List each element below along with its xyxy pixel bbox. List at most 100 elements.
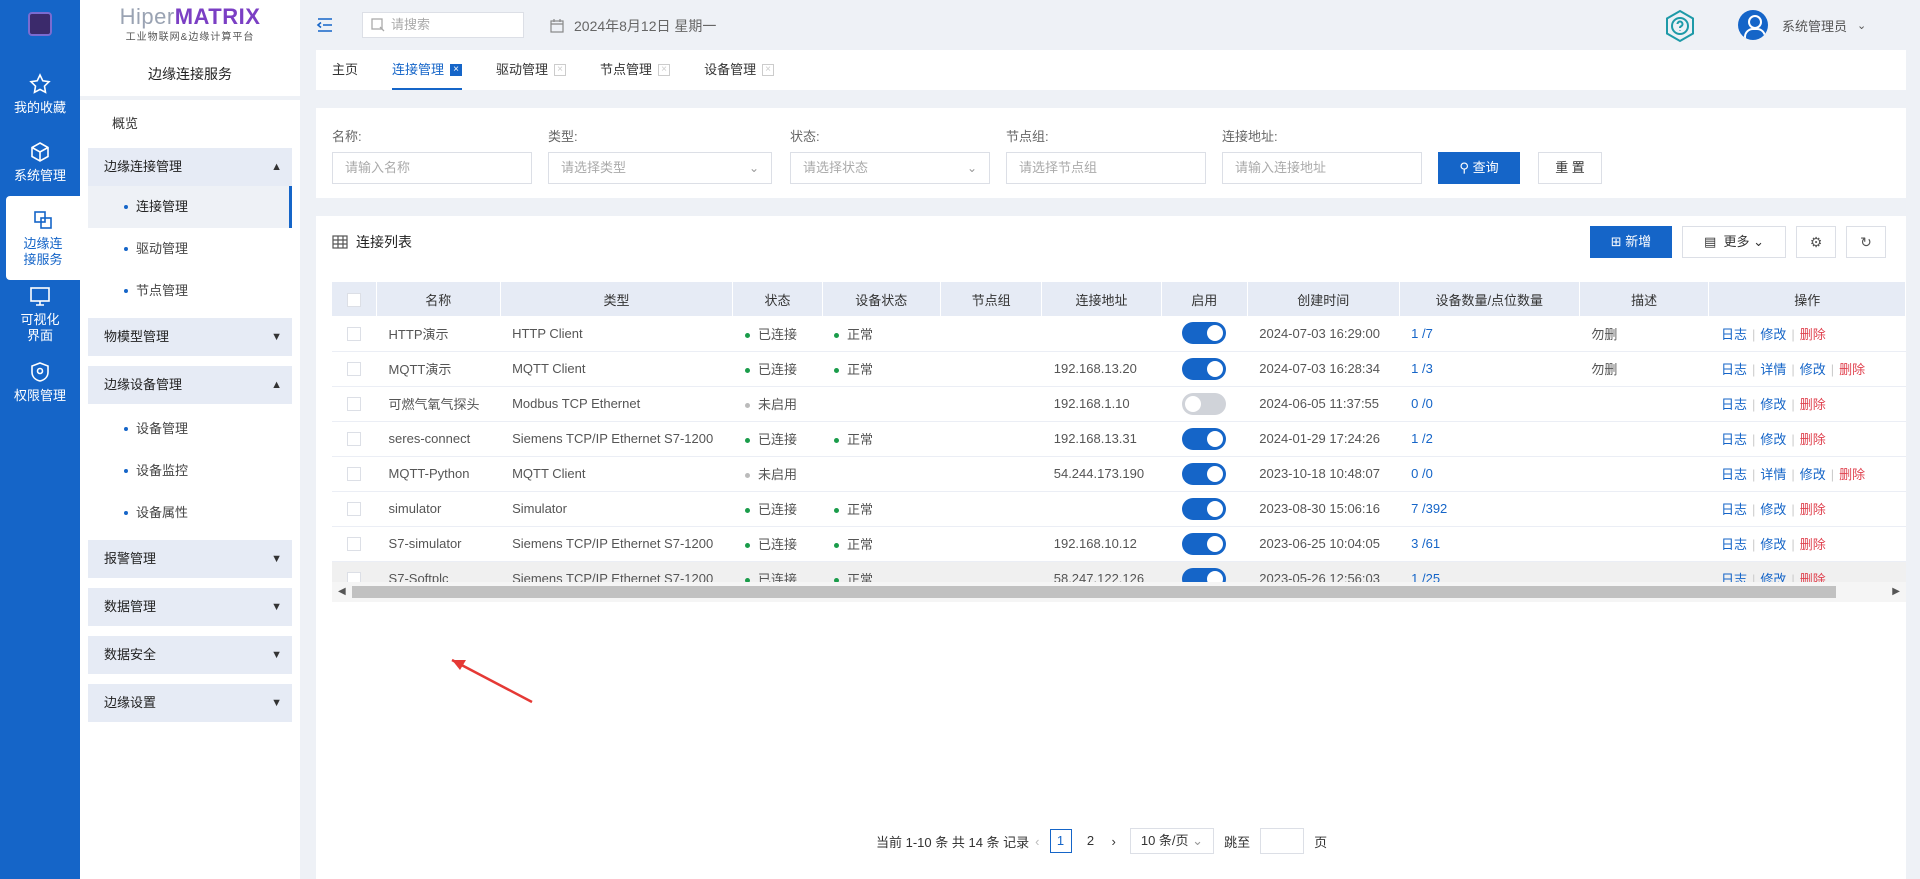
query-button[interactable]: ⚲ 查询: [1438, 152, 1520, 184]
sidebar-item-device-manage[interactable]: 设备管理: [88, 408, 292, 450]
next-page-icon[interactable]: ›: [1112, 834, 1116, 849]
delete-link[interactable]: 删除: [1839, 467, 1865, 482]
page-size-select[interactable]: 10 条/页 ⌄: [1129, 828, 1215, 854]
delete-link[interactable]: 删除: [1800, 502, 1826, 517]
sidebar-item-device-monitor[interactable]: 设备监控: [88, 450, 292, 492]
action-link[interactable]: 详情: [1760, 362, 1786, 377]
row-checkbox[interactable]: [332, 526, 377, 562]
scroll-thumb[interactable]: [352, 586, 1836, 598]
column-header[interactable]: 类型: [500, 282, 734, 316]
action-link[interactable]: 日志: [1721, 397, 1747, 412]
enable-toggle[interactable]: [1182, 322, 1227, 345]
enable-toggle[interactable]: [1182, 427, 1227, 450]
scroll-right-icon[interactable]: ▶: [1892, 586, 1900, 597]
sidebar-item-device-props[interactable]: 设备属性: [88, 492, 292, 534]
rail-item-edge-connect[interactable]: 边缘连接服务: [6, 196, 80, 280]
table-row[interactable]: simulator Simulator 已连接 正常 2023-08-30 15:06:…: [332, 491, 1906, 527]
name-input[interactable]: 请输入名称: [332, 152, 532, 184]
tab-connections[interactable]: 连接管理 ×: [392, 50, 463, 90]
user-menu[interactable]: 系统管理员 ⌄: [1738, 10, 1866, 40]
tab-nodes[interactable]: 节点管理 ×: [600, 50, 671, 90]
delete-link[interactable]: 删除: [1800, 327, 1826, 342]
action-link[interactable]: 修改: [1760, 397, 1786, 412]
close-icon[interactable]: ×: [658, 64, 671, 76]
delete-link[interactable]: 删除: [1839, 362, 1865, 377]
tab-drivers[interactable]: 驱动管理 ×: [496, 50, 567, 90]
tab-home[interactable]: 主页: [332, 50, 358, 90]
help-icon[interactable]: [1662, 8, 1698, 44]
row-checkbox[interactable]: [332, 561, 377, 582]
sidebar-group-edge-connect[interactable]: 边缘连接管理 ▲: [88, 148, 292, 186]
row-checkbox[interactable]: [332, 351, 377, 387]
column-header[interactable]: 操作: [1708, 282, 1906, 316]
action-link[interactable]: 日志: [1721, 467, 1747, 482]
horizontal-scrollbar[interactable]: ◀ ▶: [332, 582, 1906, 602]
address-input[interactable]: 请输入连接地址: [1222, 152, 1422, 184]
action-link[interactable]: 日志: [1721, 327, 1747, 342]
table-row[interactable]: MQTT演示 MQTT Client 已连接 正常 192.168.13.20 2024-…: [332, 351, 1906, 387]
rail-item-permissions[interactable]: 权限管理: [0, 348, 80, 416]
row-checkbox[interactable]: [332, 491, 377, 527]
sidebar-item-connections[interactable]: 连接管理: [88, 186, 292, 228]
node-group-select[interactable]: 请选择节点组: [1006, 152, 1206, 184]
scroll-left-icon[interactable]: ◀: [338, 586, 346, 597]
column-header[interactable]: 启用: [1161, 282, 1248, 316]
row-checkbox[interactable]: [332, 316, 377, 352]
delete-link[interactable]: 删除: [1800, 432, 1826, 447]
rail-item-system[interactable]: 系统管理: [0, 128, 80, 196]
page-button[interactable]: 2: [1080, 829, 1102, 853]
enable-toggle[interactable]: [1182, 357, 1227, 380]
action-link[interactable]: 日志: [1721, 572, 1747, 582]
delete-link[interactable]: 删除: [1800, 572, 1826, 582]
row-checkbox[interactable]: [332, 386, 377, 422]
sidebar-item-overview[interactable]: 概览: [80, 100, 300, 148]
menu-collapse-icon[interactable]: [316, 16, 334, 34]
sidebar-item-drivers[interactable]: 驱动管理: [88, 228, 292, 270]
reset-button[interactable]: 重 置: [1538, 152, 1602, 184]
action-link[interactable]: 修改: [1760, 537, 1786, 552]
column-header[interactable]: 节点组: [940, 282, 1043, 316]
action-link[interactable]: 修改: [1760, 432, 1786, 447]
action-link[interactable]: 修改: [1760, 572, 1786, 582]
sidebar-group-models[interactable]: 物模型管理 ▼: [88, 318, 292, 356]
column-header[interactable]: 连接地址: [1041, 282, 1162, 316]
enable-toggle[interactable]: [1182, 462, 1227, 485]
table-row[interactable]: HTTP演示 HTTP Client 已连接 正常 2024-07-03 16:29:0…: [332, 316, 1906, 352]
action-link[interactable]: 修改: [1760, 502, 1786, 517]
refresh-button[interactable]: ↻: [1846, 226, 1886, 258]
search-input[interactable]: 请搜索: [362, 12, 524, 38]
column-header[interactable]: 设备数量/点位数量: [1399, 282, 1580, 316]
jump-input[interactable]: [1260, 828, 1305, 854]
table-row[interactable]: S7-Softplc Siemens TCP/IP Ethernet S7-120…: [332, 561, 1906, 582]
tab-devices[interactable]: 设备管理 ×: [704, 50, 775, 90]
table-row[interactable]: seres-connect Siemens TCP/IP Ethernet S7-…: [332, 421, 1906, 457]
status-select[interactable]: 请选择状态 ⌄: [790, 152, 990, 184]
action-link[interactable]: 修改: [1760, 327, 1786, 342]
enable-toggle[interactable]: [1182, 567, 1227, 582]
close-icon[interactable]: ×: [450, 64, 463, 76]
add-button[interactable]: ⊞ 新增: [1590, 226, 1672, 258]
table-row[interactable]: S7-simulator Siemens TCP/IP Ethernet S7-1…: [332, 526, 1906, 562]
enable-toggle[interactable]: [1182, 497, 1227, 520]
row-checkbox[interactable]: [332, 421, 377, 457]
action-link[interactable]: 详情: [1760, 467, 1786, 482]
app-logo[interactable]: [0, 0, 80, 48]
enable-toggle[interactable]: [1182, 532, 1227, 555]
delete-link[interactable]: 删除: [1800, 537, 1826, 552]
action-link[interactable]: 日志: [1721, 502, 1747, 517]
sidebar-group-alarms[interactable]: 报警管理 ▼: [88, 540, 292, 578]
table-row[interactable]: MQTT-Python MQTT Client 未启用 54.244.173.190 2…: [332, 456, 1906, 492]
action-link[interactable]: 日志: [1721, 537, 1747, 552]
rail-item-favorites[interactable]: 我的收藏: [0, 60, 80, 128]
action-link[interactable]: 修改: [1800, 362, 1826, 377]
close-icon[interactable]: ×: [762, 64, 775, 76]
row-checkbox[interactable]: [332, 456, 377, 492]
sidebar-group-settings[interactable]: 边缘设置 ▼: [88, 684, 292, 722]
column-header[interactable]: 名称: [376, 282, 501, 316]
enable-toggle[interactable]: [1182, 392, 1227, 415]
table-row[interactable]: 可燃气氧气探头 Modbus TCP Ethernet 未启用 192.168.1.1…: [332, 386, 1906, 422]
sidebar-group-security[interactable]: 数据安全 ▼: [88, 636, 292, 674]
column-header[interactable]: 描述: [1579, 282, 1710, 316]
sidebar-group-devices[interactable]: 边缘设备管理 ▲: [88, 366, 292, 404]
action-link[interactable]: 修改: [1800, 467, 1826, 482]
